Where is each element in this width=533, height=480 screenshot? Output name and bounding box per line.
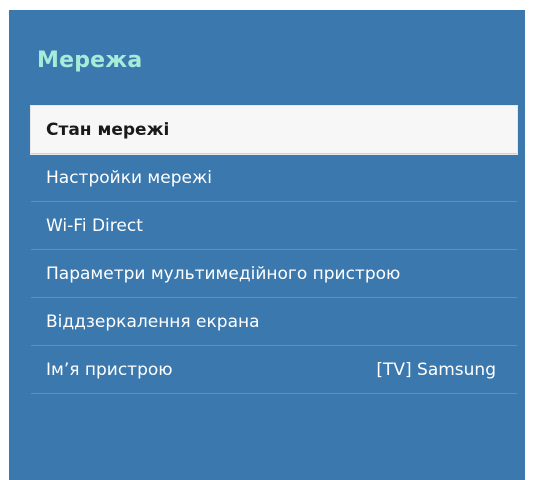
menu-item-multimedia-device-settings[interactable]: Параметри мультимедійного пристрою xyxy=(31,250,517,298)
menu-item-label: Віддзеркалення екрана xyxy=(46,311,260,332)
menu-item-network-status[interactable]: Стан мережі xyxy=(31,106,517,154)
menu-item-label: Настройки мережі xyxy=(46,167,212,188)
network-menu-panel: Мережа Стан мережі Настройки мережі Wi-F… xyxy=(9,10,525,480)
menu-item-device-name[interactable]: Ім’я пристрою [TV] Samsung xyxy=(31,346,517,394)
menu-item-wifi-direct[interactable]: Wi-Fi Direct xyxy=(31,202,517,250)
menu-item-label: Ім’я пристрою xyxy=(46,359,173,380)
menu-title: Мережа xyxy=(37,48,143,73)
menu-item-label: Wi-Fi Direct xyxy=(46,215,143,236)
menu-item-label: Параметри мультимедійного пристрою xyxy=(46,263,401,284)
menu-item-screen-mirroring[interactable]: Віддзеркалення екрана xyxy=(31,298,517,346)
menu-item-label: Стан мережі xyxy=(46,119,170,140)
device-name-value: [TV] Samsung xyxy=(376,359,496,380)
network-menu-list: Стан мережі Настройки мережі Wi-Fi Direc… xyxy=(31,106,517,394)
menu-item-network-settings[interactable]: Настройки мережі xyxy=(31,154,517,202)
